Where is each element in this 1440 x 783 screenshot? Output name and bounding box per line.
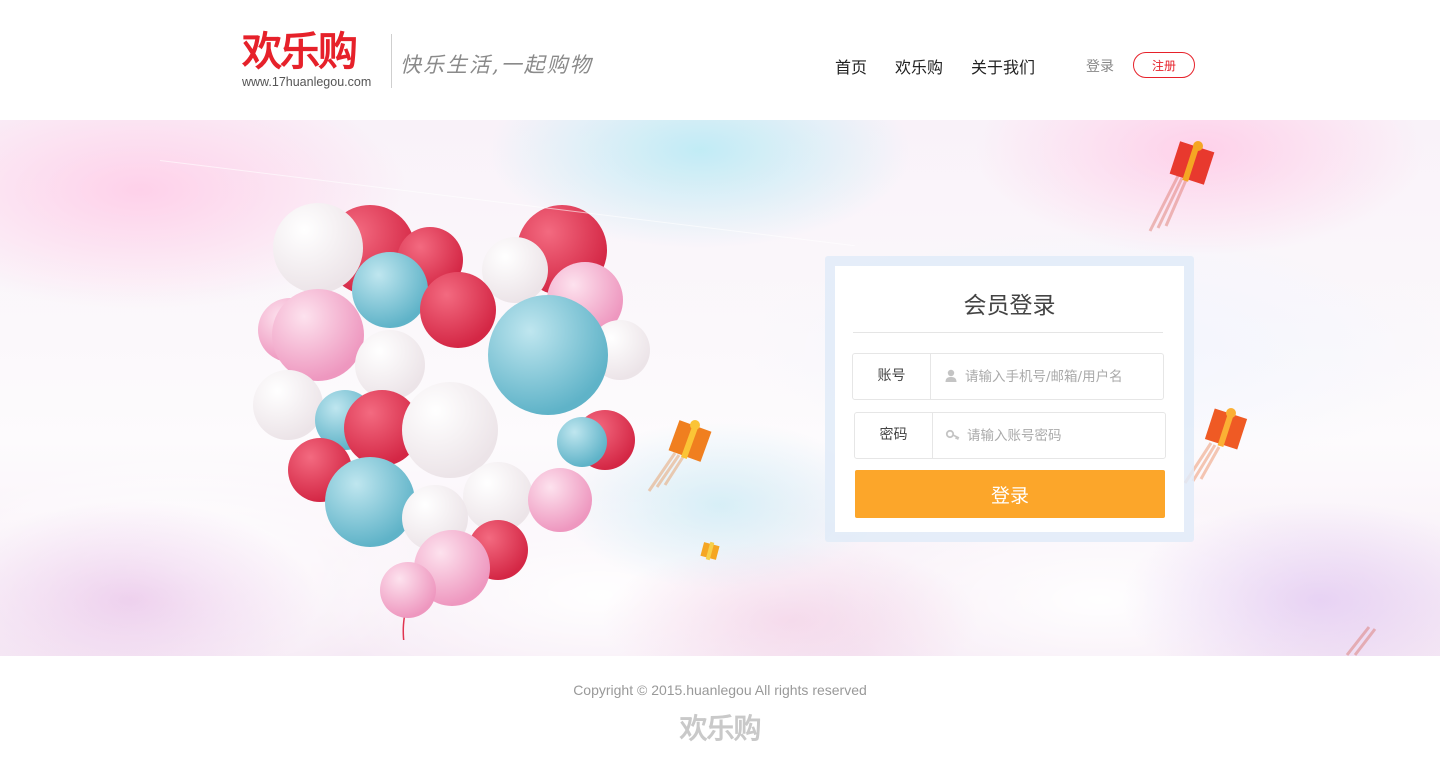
register-button[interactable]: 注册 bbox=[1133, 52, 1195, 78]
password-field: 密码 bbox=[854, 412, 1166, 459]
user-icon bbox=[945, 369, 957, 382]
site-logo[interactable]: 欢乐购 www.17huanlegou.com bbox=[242, 30, 387, 92]
account-label: 账号 bbox=[853, 354, 931, 399]
title-divider bbox=[853, 332, 1163, 333]
nav-about-us[interactable]: 关于我们 bbox=[971, 54, 1035, 78]
nav-home[interactable]: 首页 bbox=[835, 54, 867, 78]
site-header: 欢乐购 www.17huanlegou.com 快乐生活,一起购物 首页 欢乐购… bbox=[0, 0, 1440, 120]
login-panel: 会员登录 账号 密码 登录 bbox=[835, 266, 1184, 532]
header-login-link[interactable]: 登录 bbox=[1086, 56, 1114, 76]
gift-box-icon bbox=[700, 541, 720, 561]
hero-banner bbox=[0, 120, 1440, 656]
key-icon bbox=[945, 429, 960, 440]
account-input[interactable] bbox=[965, 354, 1155, 399]
login-submit-button[interactable]: 登录 bbox=[855, 470, 1165, 518]
password-label: 密码 bbox=[855, 413, 933, 458]
account-field: 账号 bbox=[852, 353, 1164, 400]
login-title: 会员登录 bbox=[963, 293, 1056, 319]
logo-divider bbox=[391, 34, 392, 88]
gift-box-icon bbox=[647, 420, 712, 492]
main-nav: 首页 欢乐购 关于我们 bbox=[835, 54, 1035, 78]
logo-text: 欢乐购 bbox=[242, 29, 358, 75]
gift-box-icon bbox=[1345, 626, 1377, 656]
site-slogan: 快乐生活,一起购物 bbox=[400, 53, 593, 77]
nav-huanlegou[interactable]: 欢乐购 bbox=[895, 54, 943, 78]
copyright-text: Copyright © 2015.huanlegou All rights re… bbox=[573, 682, 867, 698]
balloon-heart-illustration bbox=[253, 203, 650, 640]
footer-logo: 欢乐购 bbox=[679, 712, 761, 745]
password-input[interactable] bbox=[967, 413, 1157, 458]
logo-url: www.17huanlegou.com bbox=[242, 75, 372, 89]
gift-box-icon bbox=[1148, 141, 1215, 232]
